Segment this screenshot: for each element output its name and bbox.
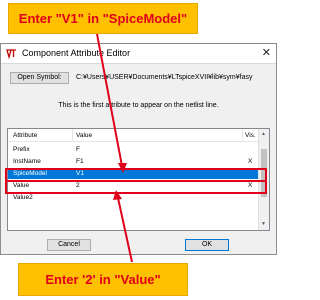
- scroll-up-arrow-icon[interactable]: ▲: [261, 131, 266, 137]
- cancel-button[interactable]: Cancel: [47, 239, 91, 251]
- column-header-vis[interactable]: Vis.: [245, 132, 256, 139]
- open-symbol-button[interactable]: Open Symbol:: [10, 72, 69, 84]
- highlight-value-row: [5, 180, 267, 194]
- column-header-attribute[interactable]: Attribute: [13, 132, 37, 139]
- attribute-cell: Prefix: [13, 146, 30, 153]
- vis-cell[interactable]: X: [248, 158, 252, 165]
- ok-button[interactable]: OK: [185, 239, 229, 251]
- table-row-prefix[interactable]: Prefix F: [8, 144, 258, 155]
- table-header: Attribute Value Vis.: [8, 129, 269, 142]
- attribute-cell: Value2: [13, 194, 33, 201]
- column-header-value[interactable]: Value: [76, 132, 92, 139]
- value-cell[interactable]: F1: [76, 158, 84, 165]
- value-cell[interactable]: F: [76, 146, 80, 153]
- annotation-callout-bottom: Enter '2' in "Value": [18, 263, 188, 296]
- ltspice-app-icon: [6, 49, 16, 59]
- window-title: Component Attribute Editor: [22, 48, 131, 58]
- table-row-instname[interactable]: InstName F1 X: [8, 156, 258, 167]
- symbol-path: C:¥Users¥USER¥Documents¥LTspiceXVII¥lib¥…: [76, 74, 253, 81]
- close-icon[interactable]: ✕: [262, 47, 271, 59]
- title-bar: Component Attribute Editor ✕: [1, 44, 276, 64]
- annotation-callout-top: Enter "V1" in "SpiceModel": [8, 3, 198, 34]
- attribute-cell: InstName: [13, 158, 41, 165]
- info-text: This is the first attribute to appear on…: [58, 102, 219, 109]
- component-attribute-editor-dialog: Component Attribute Editor ✕ Open Symbol…: [0, 43, 277, 255]
- scroll-down-arrow-icon[interactable]: ▼: [261, 221, 266, 227]
